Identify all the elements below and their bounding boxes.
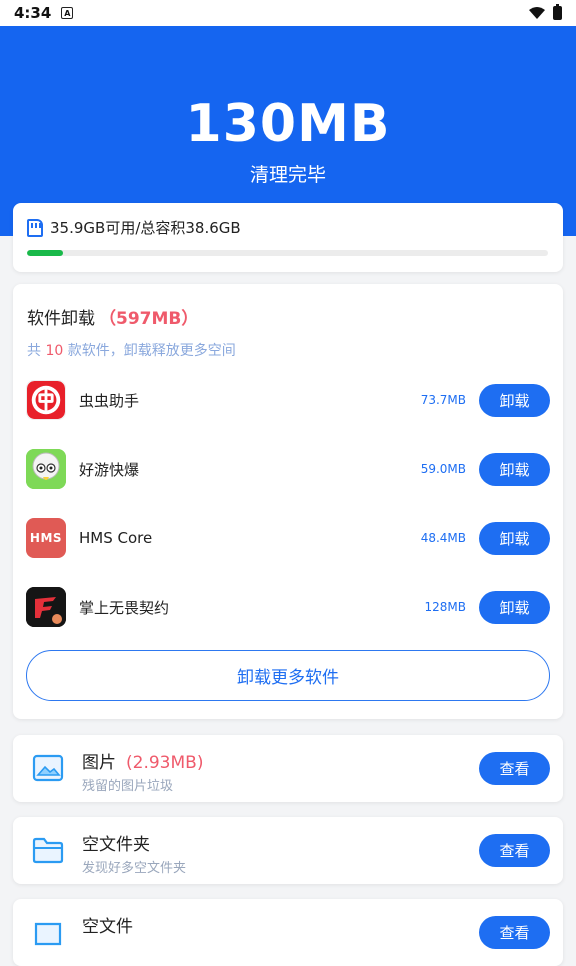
haoyou-icon	[26, 449, 66, 489]
hms-icon: HMS	[26, 518, 66, 558]
uninstall-button[interactable]: 卸载	[479, 590, 550, 624]
app-row: 掌上无畏契约 128MB 卸载	[26, 585, 550, 629]
app-row: HMS HMS Core 48.4MB 卸载	[26, 516, 550, 560]
storage-text: 35.9GB可用/总容积38.6GB	[50, 219, 241, 237]
app-count-suffix: 款软件，卸载释放更多空间	[63, 343, 236, 359]
status-time: 4:34	[14, 4, 52, 22]
file-icon	[29, 913, 67, 951]
app-row: 好游快爆 59.0MB 卸载	[26, 447, 550, 491]
uninstall-button[interactable]: 卸载	[479, 383, 550, 417]
app-name: 虫虫助手	[79, 391, 140, 410]
app-uninstall-subtitle: 共 10 款软件，卸载释放更多空间	[27, 340, 236, 360]
uninstall-button[interactable]: 卸载	[479, 521, 550, 555]
section-desc: 残留的图片垃圾	[82, 779, 174, 794]
app-uninstall-title-text: 软件卸载	[27, 309, 95, 329]
section-name: 图片	[82, 753, 116, 773]
folder-icon	[29, 831, 67, 869]
storage-progress-bar	[27, 250, 548, 256]
app-name: 掌上无畏契约	[79, 598, 170, 617]
clean-status-label: 清理完毕	[249, 164, 326, 186]
app-uninstall-card: 软件卸载 （597MB） 共 10 款软件，卸载释放更多空间 虫虫助手 73.7M…	[13, 284, 563, 719]
images-card: 图片 (2.93MB) 残留的图片垃圾 查看	[13, 735, 563, 802]
wifi-icon	[529, 7, 545, 19]
uninstall-more-button[interactable]: 卸载更多软件	[26, 650, 550, 701]
app-row: 虫虫助手 73.7MB 卸载	[26, 378, 550, 422]
battery-icon	[553, 4, 562, 20]
chongchong-icon	[26, 380, 66, 420]
cleaned-size: 130MB	[185, 94, 391, 154]
section-title: 图片 (2.93MB)	[82, 748, 203, 773]
valorant-icon	[26, 587, 66, 627]
status-bar: 4:34 A	[0, 0, 576, 26]
app-uninstall-title: 软件卸载 （597MB）	[27, 304, 198, 329]
view-button[interactable]: 查看	[479, 752, 550, 785]
section-name: 空文件	[82, 917, 133, 937]
section-name: 空文件夹	[82, 835, 150, 855]
app-uninstall-amount: （597MB）	[99, 309, 199, 329]
empty-folders-card: 空文件夹 发现好多空文件夹 查看	[13, 817, 563, 884]
app-size: 59.0MB	[420, 462, 466, 476]
section-title: 空文件	[82, 912, 133, 937]
app-size: 73.7MB	[420, 393, 466, 407]
app-name: HMS Core	[79, 529, 153, 547]
sd-card-icon	[27, 218, 43, 237]
app-size: 128MB	[424, 600, 467, 614]
view-button[interactable]: 查看	[479, 834, 550, 867]
empty-files-card: 空文件 查看	[13, 899, 563, 966]
app-count: 10	[45, 343, 64, 359]
app-size: 48.4MB	[420, 531, 466, 545]
storage-card: 35.9GB可用/总容积38.6GB	[13, 203, 563, 272]
section-amount: (2.93MB)	[126, 753, 204, 773]
uninstall-button[interactable]: 卸载	[479, 452, 550, 486]
section-desc: 发现好多空文件夹	[82, 861, 187, 876]
app-name: 好游快爆	[79, 460, 140, 479]
image-icon	[29, 749, 67, 787]
section-title: 空文件夹	[82, 830, 150, 855]
notification-icon: A	[61, 7, 74, 19]
view-button[interactable]: 查看	[479, 916, 550, 949]
storage-progress-fill	[27, 250, 64, 256]
app-count-prefix: 共	[27, 343, 46, 359]
